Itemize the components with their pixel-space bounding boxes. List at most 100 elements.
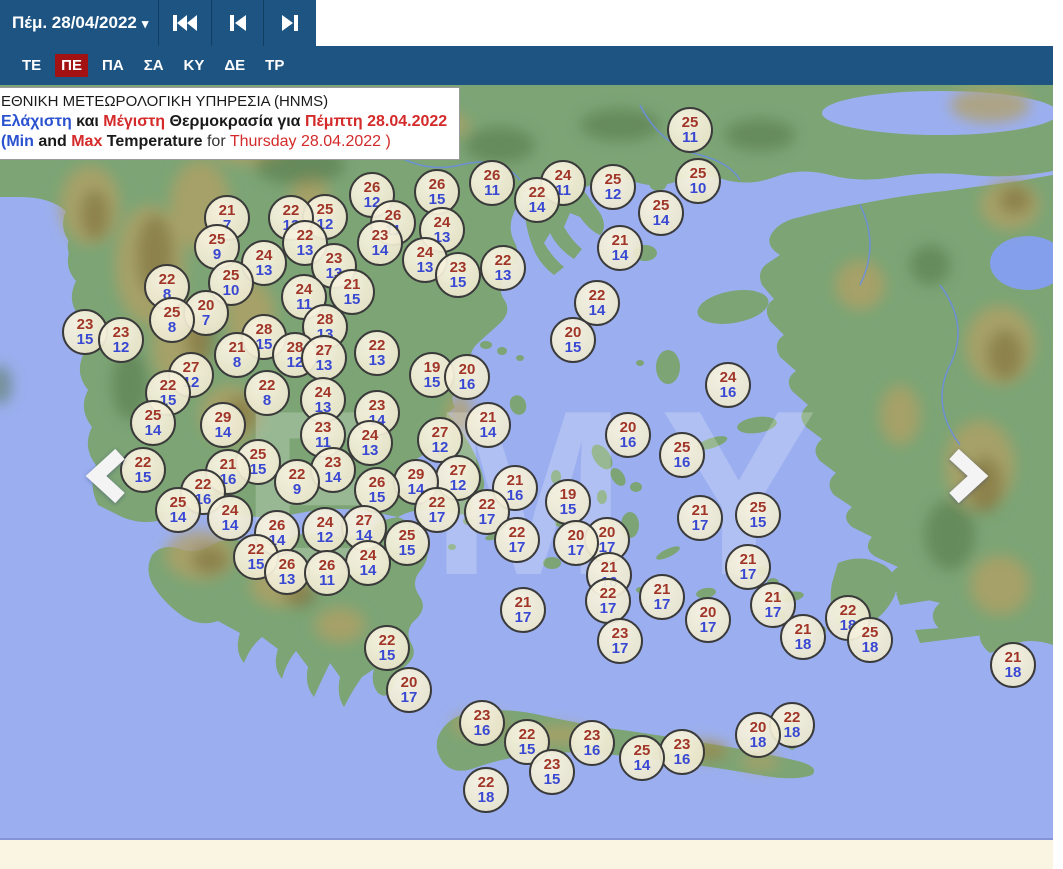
day-tab-ΤΡ[interactable]: ΤΡ <box>259 54 290 77</box>
max-temp: 21 <box>506 472 524 489</box>
max-temp: 25 <box>633 742 651 759</box>
min-temp: 15 <box>428 191 446 208</box>
toolbar: Πέμ. 28/04/2022 ▾ <box>0 0 316 46</box>
min-temp: 14 <box>588 302 606 319</box>
max-temp: 24 <box>359 547 377 564</box>
max-temp: 23 <box>325 250 343 267</box>
min-temp: 17 <box>764 604 782 621</box>
title-part: Θερμοκρασία για <box>169 112 305 130</box>
temp-bubble: 2213 <box>354 330 400 376</box>
max-temp: 23 <box>112 324 130 341</box>
max-temp: 22 <box>368 337 386 354</box>
max-temp: 25 <box>689 165 707 182</box>
title-part: Temperature <box>106 133 207 151</box>
map-prev-arrow[interactable] <box>82 448 134 504</box>
temp-bubble: 23 15 <box>435 252 481 298</box>
max-temp: 24 <box>433 214 451 231</box>
max-temp: 19 <box>423 359 441 376</box>
skip-to-first-button[interactable] <box>159 0 211 46</box>
min-temp: 17 <box>611 640 629 657</box>
max-temp: 24 <box>719 369 737 386</box>
max-temp: 27 <box>449 462 467 479</box>
temp-bubble: 23 16 <box>459 700 505 746</box>
day-tab-ΠΕ[interactable]: ΠΕ <box>55 54 89 77</box>
min-temp: 14 <box>359 562 377 579</box>
min-temp: 16 <box>583 742 601 759</box>
max-temp: 26 <box>368 474 386 491</box>
min-temp: 16 <box>673 454 691 471</box>
min-temp: 14 <box>371 242 389 259</box>
min-temp: 17 <box>400 689 418 706</box>
temp-bubble: 25 11 <box>667 107 713 153</box>
max-temp: 25 <box>316 201 334 218</box>
title-part: και <box>76 112 104 130</box>
min-temp: 16 <box>673 751 691 768</box>
min-temp: 17 <box>428 509 446 526</box>
max-temp: 23 <box>368 397 386 414</box>
max-temp: 25 <box>861 624 879 641</box>
max-temp: 23 <box>449 259 467 276</box>
max-temp: 25 <box>749 499 767 516</box>
max-temp: 20 <box>564 324 582 341</box>
map-next-arrow[interactable] <box>940 448 992 504</box>
max-temp: 29 <box>407 466 425 483</box>
min-temp: 14 <box>324 469 342 486</box>
min-temp: 15 <box>343 291 361 308</box>
day-tab-ΤΕ[interactable]: ΤΕ <box>16 54 47 77</box>
max-temp: 20 <box>598 524 616 541</box>
min-temp: 14 <box>144 422 162 439</box>
min-temp: 7 <box>201 312 211 329</box>
max-temp: 22 <box>478 496 496 513</box>
next-day-button[interactable] <box>264 0 316 46</box>
map-title-line1: ΕΘΝΙΚΗ ΜΕΤΕΩΡΟΛΟΓΙΚΗ ΥΠΗΡΕΣΙΑ (HNMS) <box>1 93 329 110</box>
day-tab-ΣΑ[interactable]: ΣΑ <box>138 54 170 77</box>
map-title-box: ΕΘΝΙΚΗ ΜΕΤΕΩΡΟΛΟΓΙΚΗ ΥΠΗΡΕΣΙΑ (HNMS) Ελά… <box>0 87 461 161</box>
max-temp: 27 <box>431 424 449 441</box>
day-tab-ΚΥ[interactable]: ΚΥ <box>178 54 211 77</box>
min-temp: 16 <box>719 384 737 401</box>
date-dropdown[interactable]: Πέμ. 28/04/2022 ▾ <box>0 0 158 46</box>
day-tab-ΠΑ[interactable]: ΠΑ <box>96 54 130 77</box>
temp-bubble: 25 14 <box>155 487 201 533</box>
day-tab-ΔΕ[interactable]: ΔΕ <box>218 54 251 77</box>
temp-bubble: 20 15 <box>550 317 596 363</box>
previous-day-button[interactable] <box>212 0 264 46</box>
day-tabs-bar: ΤΕ ΠΕ ΠΑ ΣΑ ΚΥ ΔΕ ΤΡ <box>0 46 1053 85</box>
max-temp: 27 <box>182 359 200 376</box>
min-temp: 13 <box>368 352 386 369</box>
max-temp: 22 <box>158 271 176 288</box>
max-temp: 22 <box>839 602 857 619</box>
max-temp: 25 <box>208 231 226 248</box>
min-temp: 15 <box>559 501 577 518</box>
min-temp: 17 <box>739 566 757 583</box>
max-temp: 20 <box>699 604 717 621</box>
max-temp: 21 <box>739 551 757 568</box>
title-part: Πέμπτη 28.04.2022 <box>304 112 448 130</box>
min-temp: 17 <box>691 517 709 534</box>
temp-bubble: 21 18 <box>990 642 1036 688</box>
max-temp: 21 <box>611 232 629 249</box>
weather-map: ΕΜΥ ΕΘΝΙΚΗ ΜΕΤΕΩΡΟΛΟΓΙΚΗ ΥΠΗΡΕΣΙΑ (HNMS)… <box>0 85 1053 838</box>
title-part: for <box>206 133 230 151</box>
max-temp: 21 <box>764 589 782 606</box>
min-temp: 18 <box>794 636 812 653</box>
min-temp: 15 <box>368 489 386 506</box>
max-temp: 24 <box>221 502 239 519</box>
min-temp: 18 <box>749 734 767 751</box>
max-temp: 24 <box>554 167 572 184</box>
max-temp: 26 <box>278 556 296 573</box>
max-temp: 24 <box>416 244 434 261</box>
max-temp: 24 <box>316 514 334 531</box>
max-temp: 20 <box>197 297 215 314</box>
next-day-icon <box>280 13 300 33</box>
max-temp: 25 <box>163 304 181 321</box>
min-temp: 17 <box>478 511 496 528</box>
min-temp: 15 <box>449 274 467 291</box>
max-temp: 28 <box>255 321 273 338</box>
temp-bubble: 23 15 <box>529 749 575 795</box>
min-temp: 15 <box>543 771 561 788</box>
max-temp: 25 <box>604 171 622 188</box>
max-temp: 23 <box>314 419 332 436</box>
temp-bubble: 20 17 <box>386 667 432 713</box>
max-temp: 22 <box>494 252 512 269</box>
